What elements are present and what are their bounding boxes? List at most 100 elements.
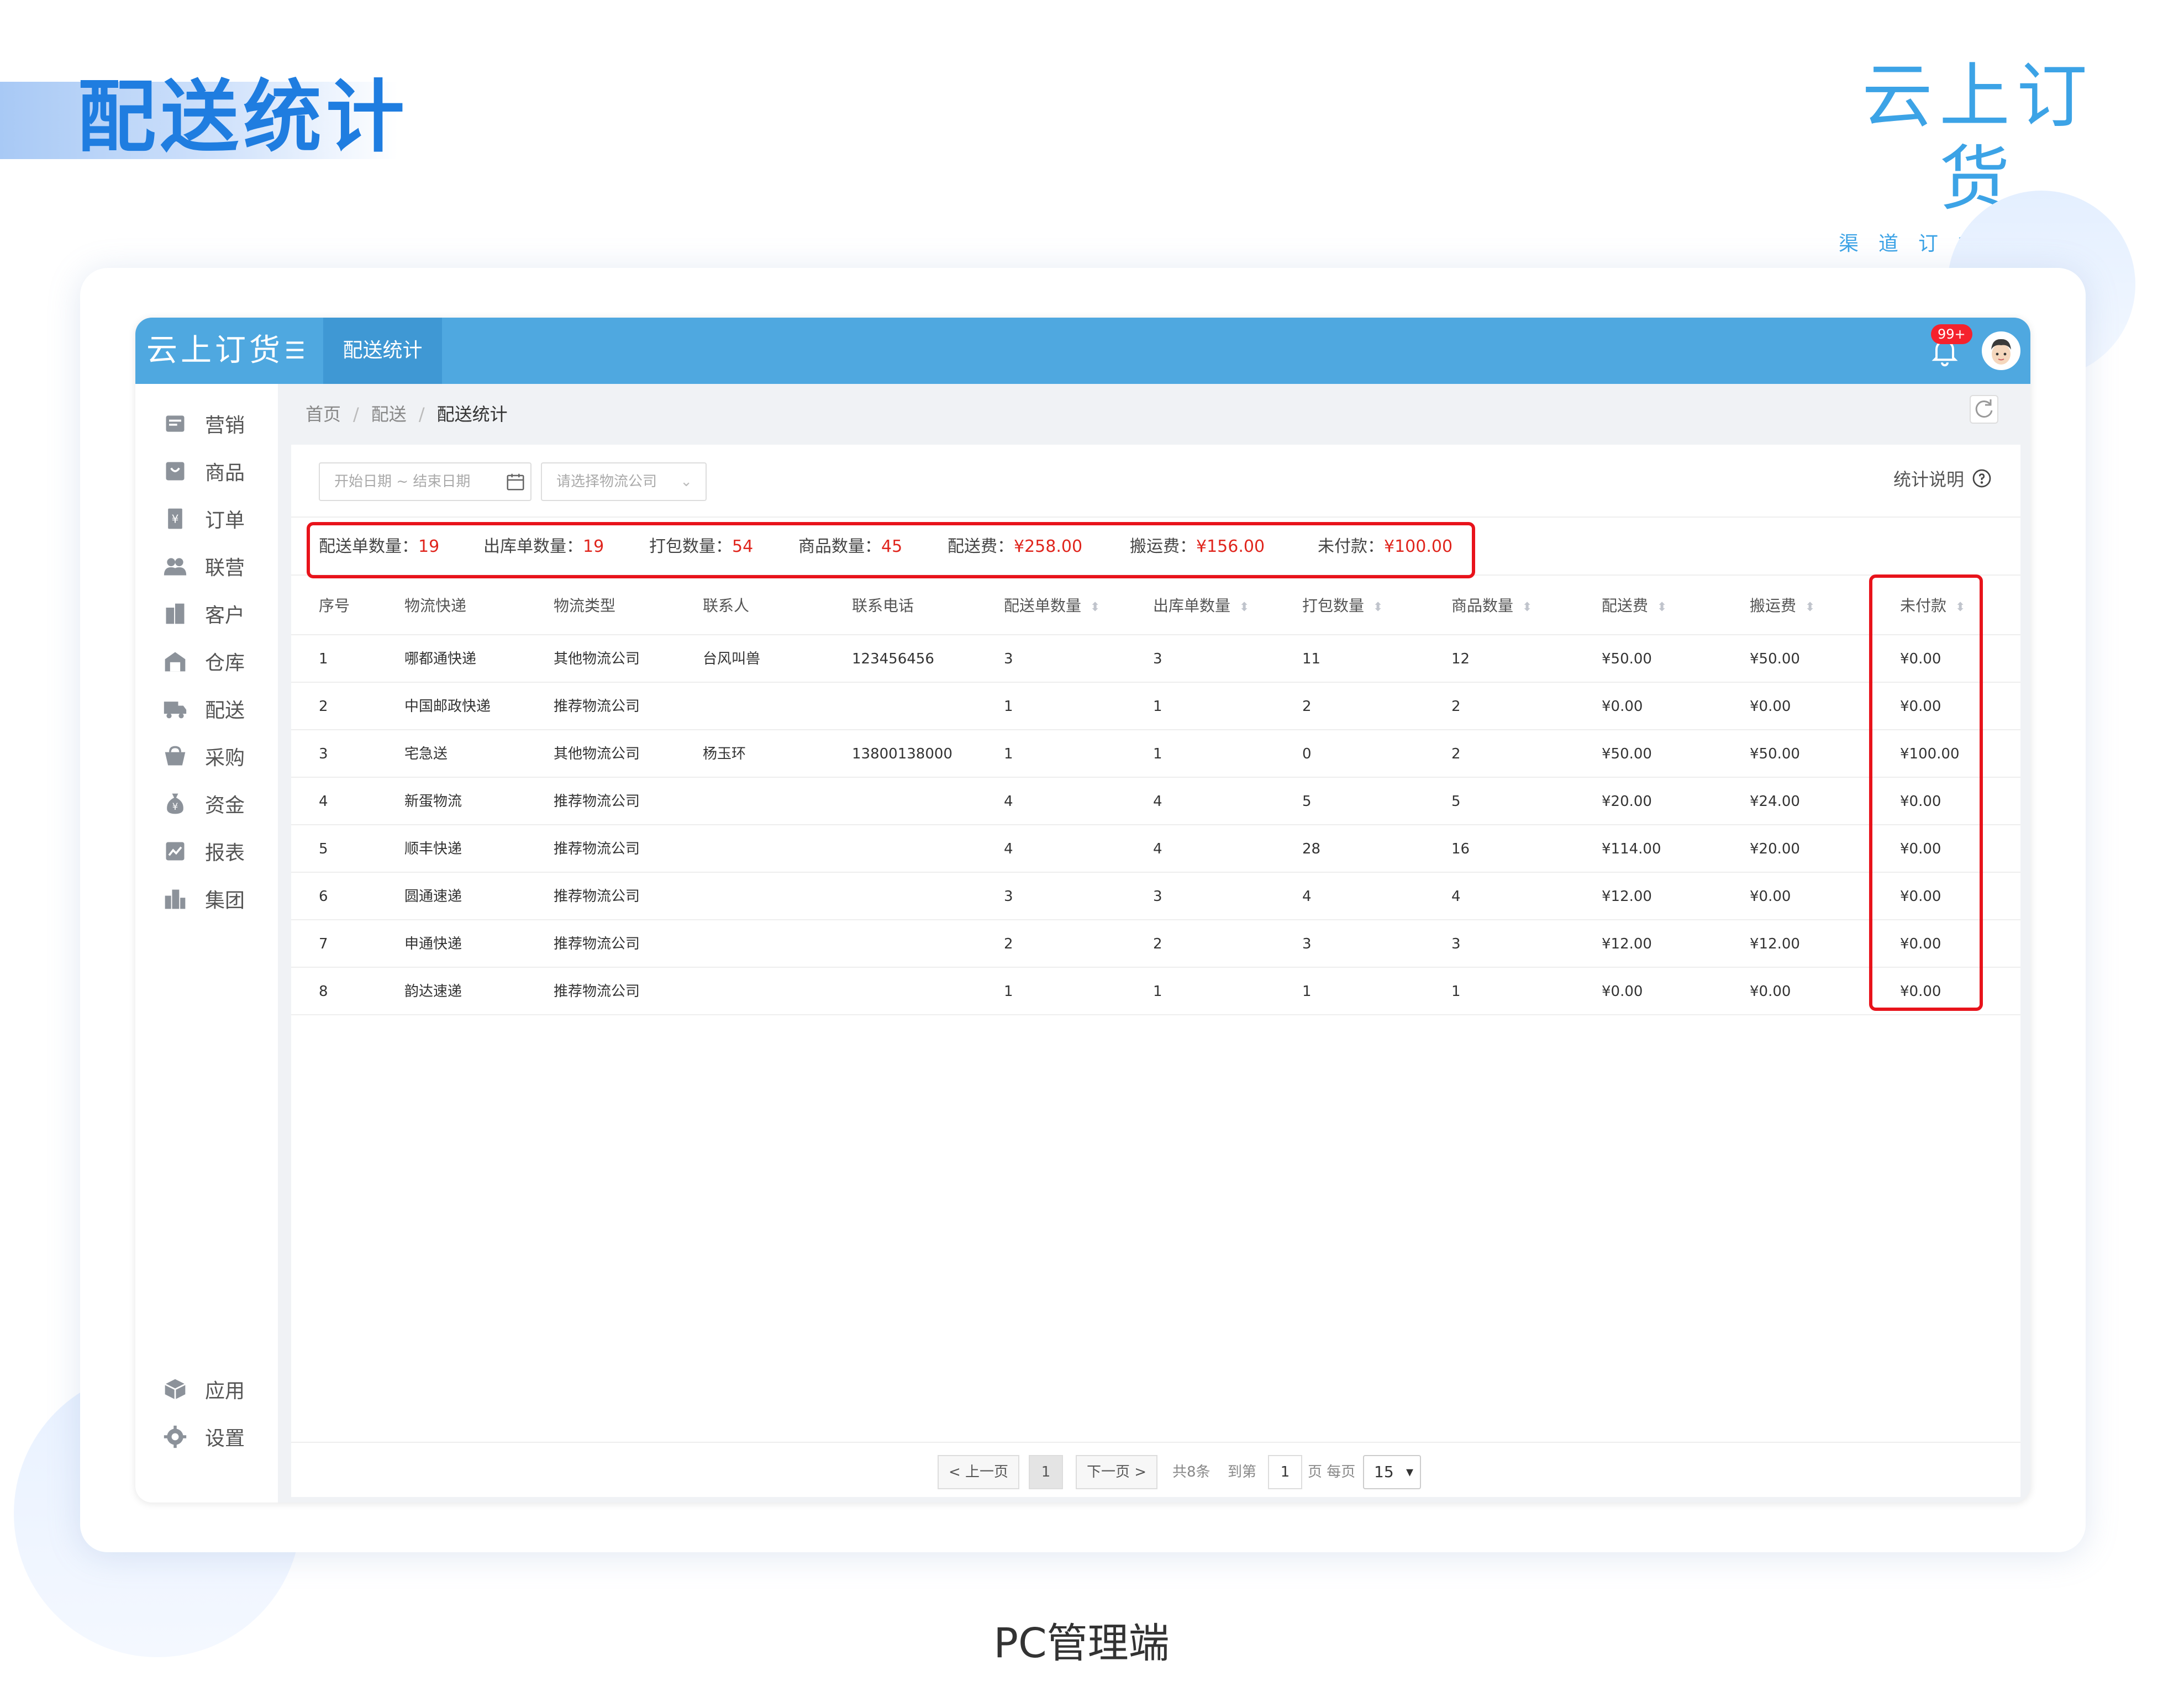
cell-delivery-count: 3: [1004, 888, 1013, 905]
stats-explanation-link[interactable]: 统计说明: [1893, 466, 1992, 491]
refresh-icon: [1975, 399, 1993, 418]
sidebar-item-delivery[interactable]: 配送: [163, 692, 273, 725]
logistics-company-select[interactable]: 请选择物流公司 ⌄: [541, 462, 707, 501]
marketing-icon: [166, 415, 185, 432]
sidebar-item-purchase[interactable]: 采购: [163, 740, 273, 773]
column-header-label: 联系电话: [852, 597, 914, 615]
table-row[interactable]: 3 宅急送 其他物流公司 杨玉环 13800138000 1 1 0 2 ¥50.00 ¥50.00…: [291, 730, 2020, 778]
top-navbar: 云上订货 ☰ 配送统计 99+: [135, 318, 2030, 384]
column-header-label: 物流类型: [554, 597, 616, 615]
sidebar-item-order[interactable]: ¥ 订单: [163, 502, 273, 535]
sidebar-item-goods[interactable]: 商品: [163, 455, 273, 488]
sidebar-item-partner[interactable]: 联营: [163, 550, 273, 583]
breadcrumb: 首页 / 配送 / 配送统计: [306, 400, 508, 426]
cell-phone: 123456456: [852, 651, 934, 667]
table-row[interactable]: 2 中国邮政快递 推荐物流公司 1 1 2 2 ¥0.00 ¥0.00 ¥0.00: [291, 683, 2020, 730]
tab-delivery-stats[interactable]: 配送统计: [323, 318, 442, 384]
cell-index: 7: [319, 936, 328, 952]
column-header-delivery-count[interactable]: 配送单数量 ⬍: [1004, 576, 1100, 636]
unpaid-column-highlight-box: [1869, 574, 1983, 1011]
cell-handling-fee: ¥50.00: [1750, 746, 1800, 762]
table-row[interactable]: 6 圆通速递 推荐物流公司 3 3 4 4 ¥12.00 ¥0.00 ¥0.00: [291, 873, 2020, 920]
svg-text:¥: ¥: [172, 802, 178, 812]
cell-pack-count: 0: [1302, 746, 1312, 762]
refresh-button[interactable]: [1970, 395, 1998, 424]
per-page-select[interactable]: 15 ▾: [1363, 1455, 1421, 1489]
cell-goods-count: 5: [1451, 793, 1461, 810]
app-logo[interactable]: 云上订货: [146, 318, 283, 384]
breadcrumb-separator: /: [418, 404, 425, 425]
sidebar-item-label: 应用: [205, 1380, 245, 1403]
table-row[interactable]: 1 哪都通快递 其他物流公司 台风叫兽 123456456 3 3 11 12 ¥50.00 ¥50…: [291, 635, 2020, 683]
next-page-button[interactable]: 下一页 >: [1076, 1455, 1157, 1489]
column-header-label: 商品数量: [1451, 597, 1514, 615]
cell-delivery-count: 1: [1004, 698, 1013, 715]
sort-icon[interactable]: ⬍: [1373, 600, 1383, 614]
cell-delivery-count: 2: [1004, 936, 1013, 952]
table-row[interactable]: 5 顺丰快递 推荐物流公司 4 4 28 16 ¥114.00 ¥20.00 ¥0.00: [291, 825, 2020, 873]
avatar[interactable]: [1982, 331, 2020, 370]
notification-badge: 99+: [1931, 324, 1972, 344]
cell-logistics: 圆通速递: [404, 888, 462, 905]
cell-type: 其他物流公司: [554, 746, 640, 762]
breadcrumb-delivery[interactable]: 配送: [371, 404, 407, 425]
column-header-pack-count[interactable]: 打包数量 ⬍: [1302, 576, 1383, 636]
prev-page-button[interactable]: < 上一页: [938, 1455, 1019, 1489]
cell-handling-fee: ¥24.00: [1750, 793, 1800, 810]
breadcrumb-separator: /: [353, 404, 359, 425]
sidebar: 营销 商品 ¥ 订单 联营 客户 仓库 配送 采购 ¥ 资金 报表 集团 应用 …: [135, 384, 278, 1503]
date-range-picker[interactable]: 开始日期 ~ 结束日期: [319, 462, 531, 501]
table-row[interactable]: 8 韵达速递 推荐物流公司 1 1 1 1 ¥0.00 ¥0.00 ¥0.00: [291, 968, 2020, 1015]
cell-handling-fee: ¥12.00: [1750, 936, 1800, 952]
table-row[interactable]: 4 新蛋物流 推荐物流公司 4 4 5 5 ¥20.00 ¥24.00 ¥0.00: [291, 778, 2020, 825]
sidebar-item-marketing[interactable]: 营销: [163, 407, 273, 440]
sidebar-item-warehouse[interactable]: 仓库: [163, 645, 273, 678]
cell-index: 1: [319, 651, 328, 667]
cell-delivery-fee: ¥114.00: [1602, 841, 1661, 857]
cell-outbound-count: 1: [1153, 698, 1162, 715]
cell-delivery-fee: ¥0.00: [1602, 983, 1643, 1000]
cell-outbound-count: 4: [1153, 841, 1162, 857]
page-number-current[interactable]: 1: [1029, 1455, 1063, 1489]
sidebar-item-fund[interactable]: ¥ 资金: [163, 787, 273, 820]
goto-page-input[interactable]: 1: [1268, 1455, 1302, 1489]
menu-toggle-icon[interactable]: ☰: [285, 318, 306, 384]
sidebar-item-customer[interactable]: 客户: [163, 597, 273, 630]
cell-delivery-fee: ¥20.00: [1602, 793, 1652, 810]
help-icon: [1972, 469, 1991, 488]
cell-index: 2: [319, 698, 328, 715]
column-header-handling-fee[interactable]: 搬运费 ⬍: [1750, 576, 1815, 636]
sidebar-item-settings[interactable]: 设置: [163, 1420, 273, 1453]
cell-outbound-count: 3: [1153, 888, 1162, 905]
column-header-goods-count[interactable]: 商品数量 ⬍: [1451, 576, 1532, 636]
column-header-label: 物流快递: [404, 597, 467, 615]
cell-type: 其他物流公司: [554, 651, 640, 667]
cell-goods-count: 2: [1451, 746, 1461, 762]
column-header-delivery-fee[interactable]: 配送费 ⬍: [1602, 576, 1667, 636]
sort-icon[interactable]: ⬍: [1805, 600, 1815, 614]
brand-name: 云上订货: [1861, 55, 2094, 220]
sidebar-item-report[interactable]: 报表: [163, 835, 273, 868]
breadcrumb-home[interactable]: 首页: [306, 404, 341, 425]
cell-delivery-fee: ¥50.00: [1602, 651, 1652, 667]
cell-type: 推荐物流公司: [554, 888, 640, 905]
warehouse-icon: [165, 652, 186, 672]
sort-icon[interactable]: ⬍: [1522, 600, 1532, 614]
sort-icon[interactable]: ⬍: [1090, 600, 1100, 614]
cell-handling-fee: ¥50.00: [1750, 651, 1800, 667]
column-header-index: 序号: [319, 576, 350, 636]
column-header-label: 联系人: [703, 597, 750, 615]
cell-type: 推荐物流公司: [554, 698, 640, 715]
sidebar-item-label: 客户: [205, 604, 245, 627]
column-header-label: 配送单数量: [1004, 597, 1082, 615]
logistics-company-placeholder: 请选择物流公司: [556, 473, 657, 490]
stats-explanation-label: 统计说明: [1893, 469, 1965, 490]
sort-icon[interactable]: ⬍: [1657, 600, 1667, 614]
sidebar-item-group[interactable]: 集团: [163, 882, 273, 915]
sidebar-item-label: 配送: [205, 699, 245, 722]
sidebar-item-app[interactable]: 应用: [163, 1373, 273, 1406]
svg-text:¥: ¥: [172, 512, 179, 525]
table-row[interactable]: 7 申通快递 推荐物流公司 2 2 3 3 ¥12.00 ¥12.00 ¥0.00: [291, 920, 2020, 968]
sort-icon[interactable]: ⬍: [1239, 600, 1249, 614]
column-header-outbound-count[interactable]: 出库单数量 ⬍: [1153, 576, 1249, 636]
